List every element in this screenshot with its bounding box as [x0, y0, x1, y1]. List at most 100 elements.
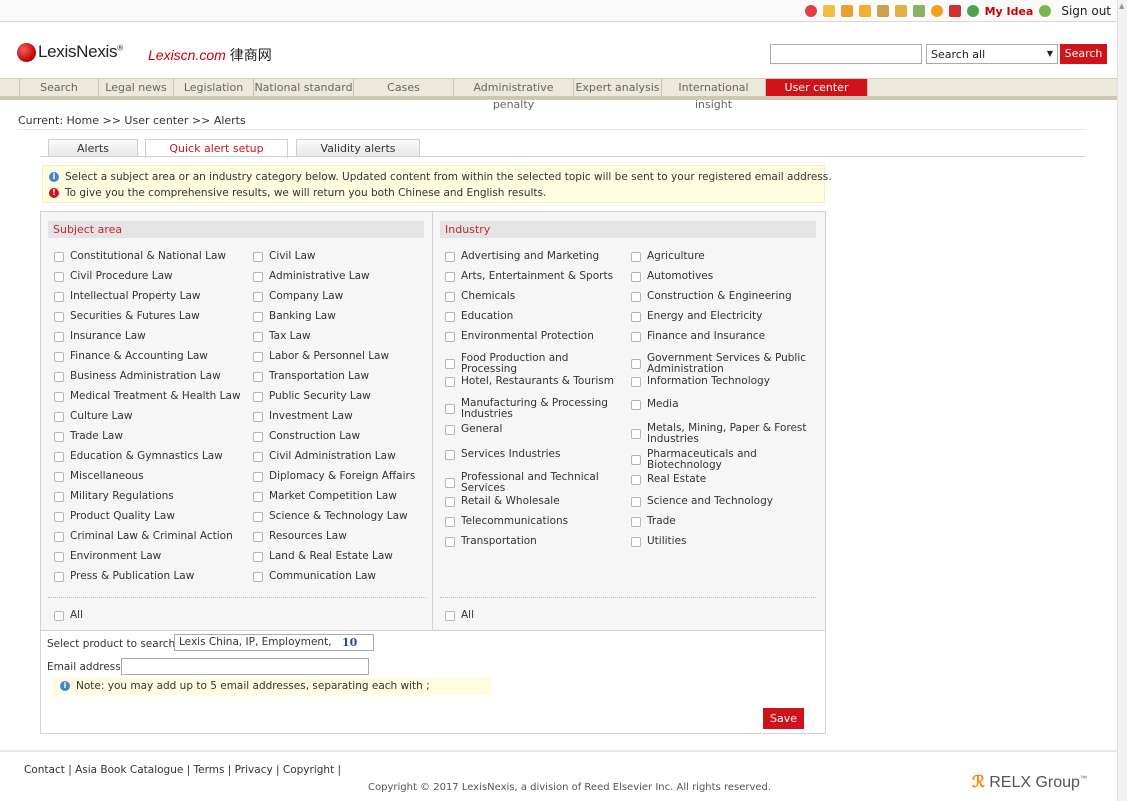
industry-checkbox[interactable]: Information Technology: [631, 376, 811, 387]
checkbox-box[interactable]: [54, 331, 64, 342]
cn-icon[interactable]: [948, 5, 961, 17]
checkbox-box[interactable]: [54, 411, 64, 422]
checkbox-box[interactable]: [445, 449, 455, 460]
checkbox-box[interactable]: [54, 571, 64, 582]
globe-icon[interactable]: [966, 5, 979, 17]
industry-checkbox[interactable]: Media: [631, 399, 811, 410]
industry-checkbox[interactable]: Automotives: [631, 271, 811, 282]
industry-checkbox[interactable]: Utilities: [631, 536, 811, 547]
industry-checkbox[interactable]: Real Estate: [631, 474, 811, 485]
checkbox-box[interactable]: [445, 331, 455, 342]
checkbox-box[interactable]: [54, 471, 64, 482]
user-icon[interactable]: [894, 5, 907, 17]
list-icon[interactable]: [822, 5, 835, 17]
checkbox-box[interactable]: [253, 411, 263, 422]
industry-all-checkbox[interactable]: All: [445, 610, 474, 621]
nav-legislation[interactable]: Legislation: [174, 79, 254, 96]
nav-user-center[interactable]: User center: [766, 79, 868, 96]
subject-checkbox[interactable]: Education & Gymnastics Law: [54, 451, 223, 462]
nav-international-insight[interactable]: International insight: [662, 79, 766, 111]
subject-checkbox[interactable]: Science & Technology Law: [253, 511, 408, 522]
subject-checkbox[interactable]: Civil Law: [253, 251, 316, 262]
nav-administrative-penalty[interactable]: Administrative penalty: [454, 79, 574, 111]
checkbox-box[interactable]: [253, 291, 263, 302]
subject-checkbox[interactable]: Company Law: [253, 291, 343, 302]
industry-checkbox[interactable]: Environmental Protection: [445, 331, 625, 342]
checkbox-box[interactable]: [445, 516, 455, 527]
checkbox-box[interactable]: [445, 376, 455, 387]
checkbox-box[interactable]: [54, 391, 64, 402]
checkbox-box[interactable]: [253, 371, 263, 382]
checkbox-box[interactable]: [631, 291, 641, 302]
checkbox-box[interactable]: [253, 491, 263, 502]
industry-checkbox[interactable]: Transportation: [445, 536, 625, 547]
checkbox-box[interactable]: [445, 424, 455, 435]
checkbox-box[interactable]: [54, 431, 64, 442]
industry-checkbox[interactable]: Agriculture: [631, 251, 811, 262]
tab-validity-alerts[interactable]: Validity alerts: [296, 139, 420, 157]
checkbox-box[interactable]: [631, 311, 641, 322]
subject-checkbox[interactable]: Banking Law: [253, 311, 336, 322]
checkbox-box[interactable]: [631, 536, 641, 547]
search-input[interactable]: [770, 44, 922, 64]
subject-checkbox[interactable]: Public Security Law: [253, 391, 371, 402]
industry-checkbox[interactable]: Finance and Insurance: [631, 331, 811, 342]
help-icon[interactable]: [1039, 5, 1052, 17]
industry-checkbox[interactable]: Chemicals: [445, 291, 625, 302]
save-button[interactable]: Save: [763, 708, 804, 729]
relx-logo[interactable]: ℛ RELX Group™: [972, 772, 1087, 792]
checkbox-box[interactable]: [253, 571, 263, 582]
checkbox-box[interactable]: [445, 536, 455, 547]
checkbox-box[interactable]: [631, 429, 641, 439]
checkbox-box[interactable]: [445, 610, 455, 621]
checkbox-box[interactable]: [54, 491, 64, 502]
nav-legal-news[interactable]: Legal news: [99, 79, 174, 96]
footer-links[interactable]: Contact | Asia Book Catalogue | Terms | …: [24, 764, 341, 776]
email-field[interactable]: [121, 658, 369, 675]
subject-checkbox[interactable]: Securities & Futures Law: [54, 311, 200, 322]
checkbox-box[interactable]: [54, 271, 64, 282]
checkbox-box[interactable]: [54, 551, 64, 562]
industry-checkbox[interactable]: Government Services & Public Administrat…: [631, 353, 811, 375]
bell-icon[interactable]: [930, 5, 943, 17]
checkbox-box[interactable]: [253, 471, 263, 482]
industry-checkbox[interactable]: Telecommunications: [445, 516, 625, 527]
subject-checkbox[interactable]: Miscellaneous: [54, 471, 144, 482]
checkbox-box[interactable]: [631, 331, 641, 342]
nav-cases[interactable]: Cases: [354, 79, 454, 96]
checkbox-box[interactable]: [631, 399, 641, 410]
subject-checkbox[interactable]: Labor & Personnel Law: [253, 351, 389, 362]
nav-national-standard[interactable]: National standard: [254, 79, 354, 96]
checkbox-box[interactable]: [445, 478, 455, 488]
checkbox-box[interactable]: [631, 516, 641, 527]
industry-checkbox[interactable]: Hotel, Restaurants & Tourism: [445, 376, 625, 387]
industry-checkbox[interactable]: Energy and Electricity: [631, 311, 811, 322]
subject-checkbox[interactable]: Press & Publication Law: [54, 571, 194, 582]
industry-checkbox[interactable]: Arts, Entertainment & Sports: [445, 271, 625, 282]
industry-checkbox[interactable]: Science and Technology: [631, 496, 811, 507]
checkbox-box[interactable]: [253, 451, 263, 462]
industry-checkbox[interactable]: Construction & Engineering: [631, 291, 811, 302]
checkbox-box[interactable]: [54, 351, 64, 362]
subject-checkbox[interactable]: Construction Law: [253, 431, 360, 442]
subject-checkbox[interactable]: Civil Procedure Law: [54, 271, 173, 282]
subject-checkbox[interactable]: Business Administration Law: [54, 371, 221, 382]
subject-checkbox[interactable]: Culture Law: [54, 411, 132, 422]
industry-checkbox[interactable]: Food Production and Processing: [445, 353, 625, 375]
subject-checkbox[interactable]: Product Quality Law: [54, 511, 175, 522]
scroll-up-icon[interactable]: ▲: [1119, 2, 1124, 10]
checkbox-box[interactable]: [631, 455, 641, 465]
checkbox-box[interactable]: [631, 271, 641, 282]
industry-checkbox[interactable]: Professional and Technical Services: [445, 472, 625, 494]
checkbox-box[interactable]: [631, 251, 641, 262]
subject-checkbox[interactable]: Diplomacy & Foreign Affairs: [253, 471, 415, 482]
checkbox-box[interactable]: [253, 351, 263, 362]
checkbox-box[interactable]: [253, 391, 263, 402]
nav-search[interactable]: Search: [19, 79, 99, 96]
industry-checkbox[interactable]: Education: [445, 311, 625, 322]
subject-checkbox[interactable]: Constitutional & National Law: [54, 251, 226, 262]
checkbox-box[interactable]: [445, 496, 455, 507]
sign-out-link[interactable]: Sign out: [1061, 4, 1111, 18]
subject-checkbox[interactable]: Medical Treatment & Health Law: [54, 391, 241, 402]
subject-checkbox[interactable]: Intellectual Property Law: [54, 291, 201, 302]
